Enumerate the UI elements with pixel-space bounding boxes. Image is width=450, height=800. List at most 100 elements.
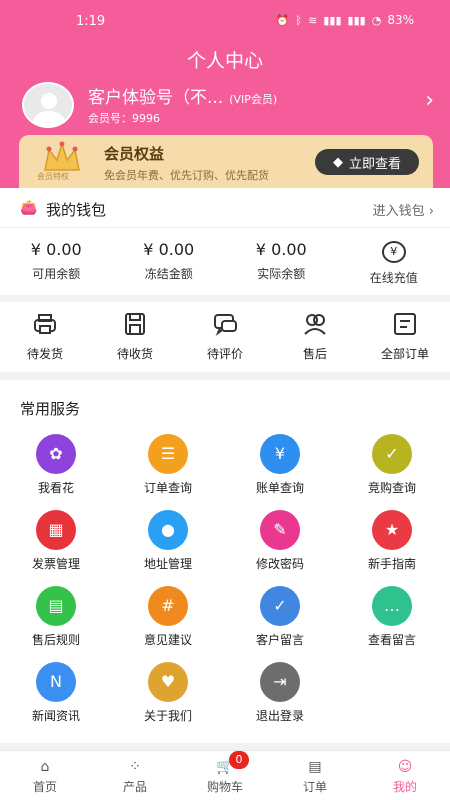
list-icon — [394, 313, 416, 335]
vip-benefits-card[interactable]: 会员特权 会员权益 免会员年费、优先订购、优先配货 ◆ 立即查看 — [19, 135, 433, 195]
battery-icon: ◔ — [371, 13, 382, 27]
people-icon — [304, 314, 326, 335]
service-label: 意见建议 — [143, 633, 192, 647]
chevron-right-icon[interactable]: › — [425, 88, 434, 113]
tab-label: 购物车 — [206, 780, 243, 794]
view-benefits-button[interactable]: ◆ 立即查看 — [315, 149, 419, 175]
alarm-icon: ⏰ — [275, 13, 290, 27]
service-label: 售后规则 — [31, 633, 80, 647]
wallet-icon: 👛 — [20, 200, 38, 216]
wallet-amount: ¥ 0.00 — [143, 240, 195, 259]
tab-orders[interactable]: ▤ 订单 — [270, 751, 360, 800]
order-label: 待收货 — [116, 347, 153, 361]
order-label: 全部订单 — [380, 347, 429, 361]
order-pending-review[interactable]: 待评价 — [180, 302, 270, 372]
service-label: 竞购查询 — [367, 481, 416, 495]
wallet-label: 实际余额 — [257, 267, 306, 281]
service-item[interactable]: ● 地址管理 — [112, 508, 224, 584]
service-label: 关于我们 — [143, 709, 192, 723]
tab-products[interactable]: ⁘ 产品 — [90, 751, 180, 800]
profile-header: 1:19 ⏰ ᛒ ≋ ▮▮▮ ▮▮▮ ◔ 83% 个人中心 客户体验号（不...… — [0, 0, 450, 195]
vip-label: (VIP会员) — [229, 93, 278, 106]
tab-label: 产品 — [122, 780, 147, 794]
bid-icon: ✓ — [372, 434, 412, 474]
service-item[interactable]: ✎ 修改密码 — [224, 508, 336, 584]
service-item[interactable]: ⇥ 退出登录 — [224, 660, 336, 736]
service-item[interactable]: … 查看留言 — [336, 584, 448, 660]
service-label: 地址管理 — [143, 557, 192, 571]
service-item[interactable]: ¥ 账单查询 — [224, 432, 336, 508]
tab-label: 订单 — [302, 780, 327, 794]
rules-icon: ▤ — [36, 586, 76, 626]
tab-cart[interactable]: 🛒 0 购物车 — [180, 751, 270, 800]
actual-balance[interactable]: ¥ 0.00 实际余额 — [225, 228, 338, 294]
order-query-icon: ☰ — [148, 434, 188, 474]
services-grid: ✿ 我看花 ☰ 订单查询 ¥ 账单查询 ✓ 竞购查询 ▦ 发票管理 ● 地址管理 ✎ 修改密码 ★ 新手指南 ▤… — [0, 432, 450, 736]
order-status-bar: 待发货 待收货 待评价 售后 全部订单 — [0, 302, 450, 372]
status-icons: ⏰ ᛒ ≋ ▮▮▮ ▮▮▮ ◔ 83% — [276, 13, 414, 27]
wallet-label: 冻结金额 — [144, 267, 193, 281]
view-benefits-label: 立即查看 — [348, 156, 401, 172]
cart-icon: 🛒 — [216, 759, 234, 775]
cart-count-badge: 0 — [229, 751, 249, 769]
chevron-right-icon: › — [428, 204, 434, 219]
service-item[interactable]: N 新闻资讯 — [0, 660, 112, 736]
service-item[interactable]: ▤ 售后规则 — [0, 584, 112, 660]
signal-icon: ▮▮▮ — [347, 13, 366, 27]
chat-icon — [214, 314, 237, 336]
vip-title: 会员权益 — [104, 145, 165, 163]
status-time: 1:19 — [76, 14, 106, 29]
order-all[interactable]: 全部订单 — [360, 302, 450, 372]
home-icon: ⌂ — [40, 759, 50, 775]
profile-row[interactable]: 客户体验号（不... (VIP会员) 会员号：9996 › — [20, 80, 440, 130]
order-label: 待发货 — [26, 347, 63, 361]
logout-icon: ⇥ — [260, 662, 300, 702]
wallet-label: 可用余额 — [32, 267, 81, 281]
service-label: 客户留言 — [255, 633, 304, 647]
heart-icon: ♥ — [148, 662, 188, 702]
bluetooth-icon: ᛒ — [295, 13, 303, 27]
order-icon: ▤ — [308, 759, 322, 775]
member-number: 会员号：9996 — [88, 112, 160, 125]
status-bar: 1:19 ⏰ ᛒ ≋ ▮▮▮ ▮▮▮ ◔ 83% — [0, 0, 450, 40]
wallet-section: 👛 我的钱包 进入钱包 › ¥ 0.00 可用余额 ¥ 0.00 冻结金额 ¥ … — [0, 188, 450, 295]
service-item[interactable]: ✓ 客户留言 — [224, 584, 336, 660]
service-label: 新闻资讯 — [31, 709, 80, 723]
service-item[interactable]: ★ 新手指南 — [336, 508, 448, 584]
service-item[interactable]: ✓ 竞购查询 — [336, 432, 448, 508]
tab-mine[interactable]: ☺ 我的 — [360, 751, 450, 800]
order-after-sales[interactable]: 售后 — [270, 302, 360, 372]
service-item[interactable]: ☰ 订单查询 — [112, 432, 224, 508]
avatar[interactable] — [22, 82, 74, 128]
service-label: 订单查询 — [143, 481, 192, 495]
wallet-header[interactable]: 👛 我的钱包 进入钱包 › — [0, 188, 450, 228]
vip-badge-text: 会员特权 — [37, 172, 69, 181]
service-label: 发票管理 — [31, 557, 80, 571]
bottom-tab-bar: ⌂ 首页 ⁘ 产品 🛒 0 购物车 ▤ 订单 ☺ 我的 — [0, 750, 450, 800]
available-balance[interactable]: ¥ 0.00 可用余额 — [0, 228, 113, 294]
user-name: 客户体验号（不... — [88, 88, 224, 108]
diamond-icon: ◆ — [332, 154, 343, 170]
order-label: 售后 — [302, 347, 327, 361]
grid-icon: ⁘ — [129, 759, 141, 775]
signal-icon: ▮▮▮ — [323, 13, 342, 27]
profile-name: 客户体验号（不... (VIP会员) — [88, 83, 277, 108]
service-item[interactable]: ✿ 我看花 — [0, 432, 112, 508]
vip-description: 免会员年费、优先订购、优先配货 — [104, 169, 269, 182]
online-recharge[interactable]: ¥ 在线充值 — [338, 228, 450, 294]
enter-wallet-link[interactable]: 进入钱包 › — [373, 200, 434, 219]
service-item[interactable]: ▦ 发票管理 — [0, 508, 112, 584]
order-pending-receipt[interactable]: 待收货 — [90, 302, 180, 372]
wifi-icon: ≋ — [308, 13, 318, 27]
frozen-amount[interactable]: ¥ 0.00 冻结金额 — [113, 228, 226, 294]
tab-label: 首页 — [32, 780, 57, 794]
star-icon: ★ — [372, 510, 412, 550]
service-item[interactable]: ♥ 关于我们 — [112, 660, 224, 736]
suggestion-icon: # — [148, 586, 188, 626]
order-pending-shipment[interactable]: 待发货 — [0, 302, 90, 372]
service-item[interactable]: # 意见建议 — [112, 584, 224, 660]
tab-home[interactable]: ⌂ 首页 — [0, 751, 90, 800]
services-title: 常用服务 — [20, 400, 81, 418]
service-label: 新手指南 — [367, 557, 416, 571]
user-icon: ☺ — [397, 759, 413, 775]
